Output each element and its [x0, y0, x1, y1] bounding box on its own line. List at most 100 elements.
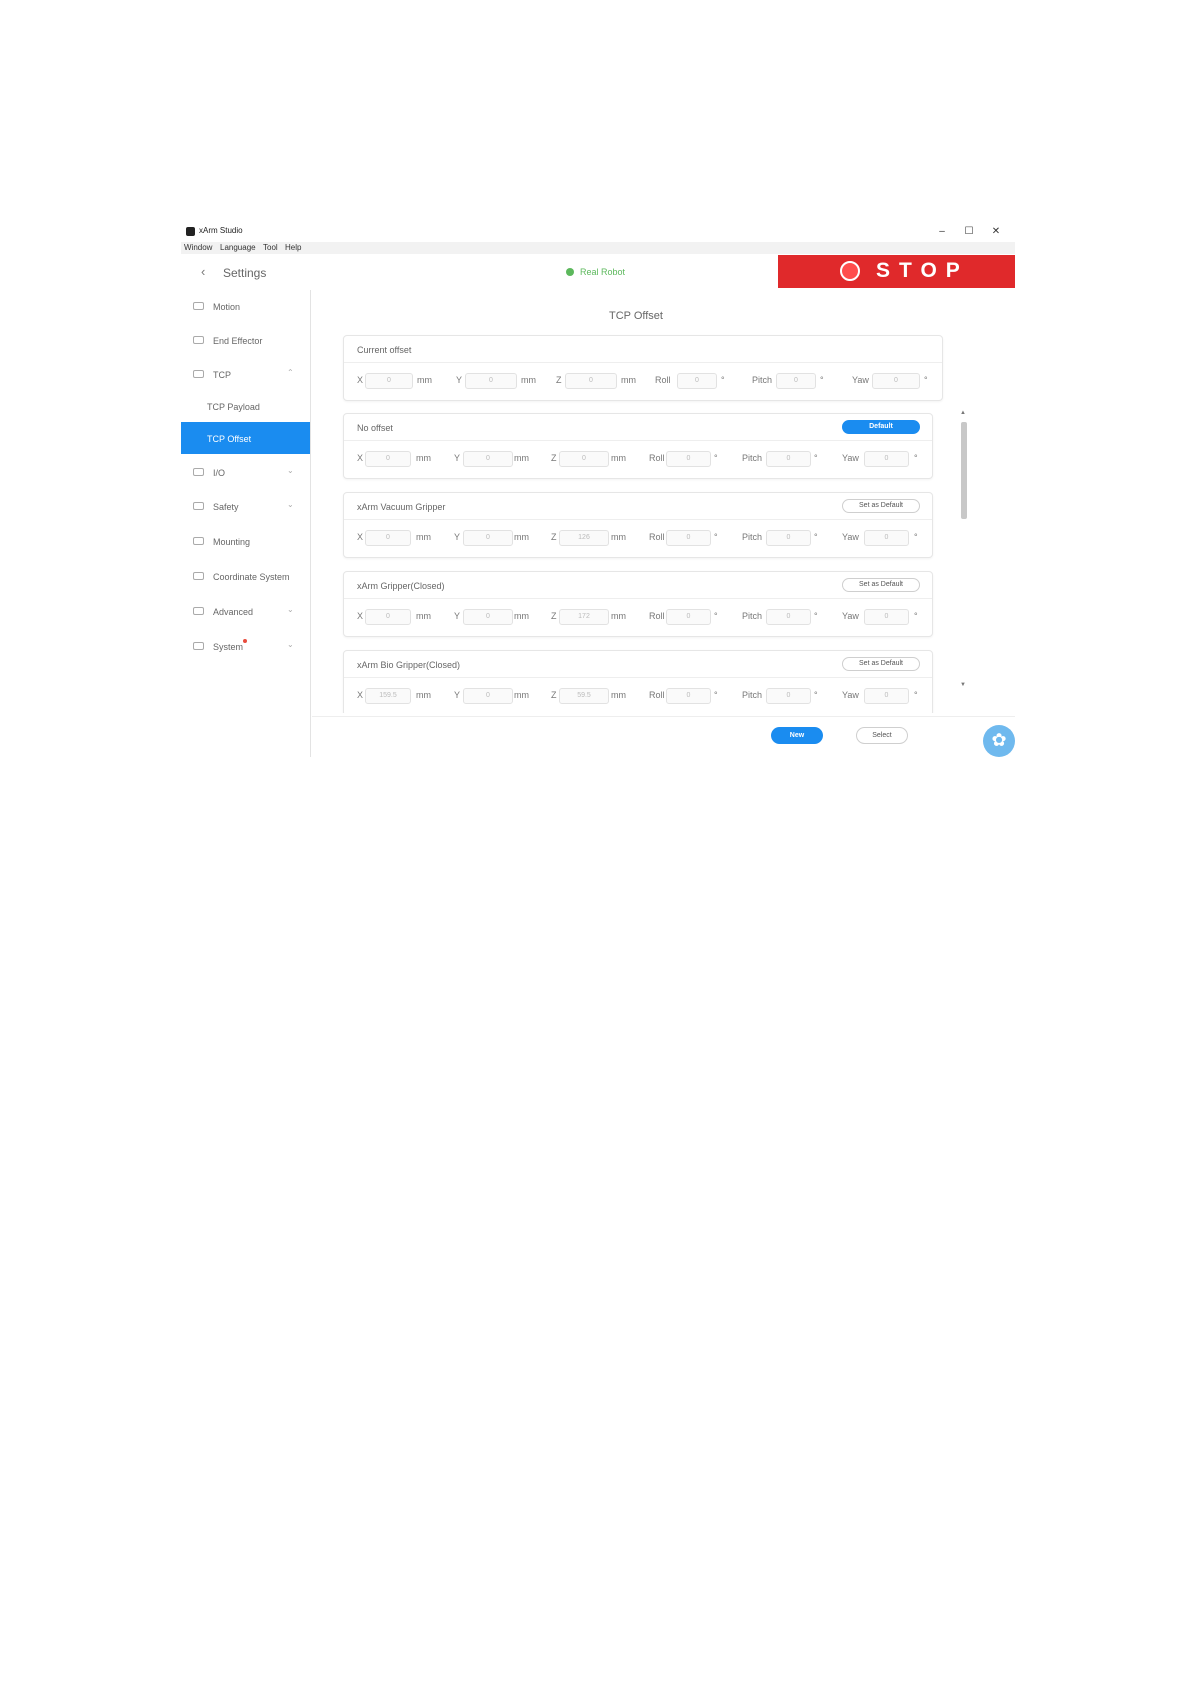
roll-input[interactable]: 0	[677, 373, 717, 389]
roll-label: Roll	[649, 453, 665, 463]
stop-button[interactable]: STOP	[778, 255, 1015, 288]
pitch-input[interactable]: 0	[766, 688, 811, 704]
yaw-unit: °	[914, 532, 918, 542]
coordinate-icon	[193, 572, 204, 580]
y-label: Y	[456, 375, 463, 385]
z-input[interactable]: 126	[559, 530, 609, 546]
new-button[interactable]: New	[771, 727, 823, 744]
x-input[interactable]: 159.5	[365, 688, 411, 704]
sidebar-item-tcp-offset[interactable]: TCP Offset	[181, 422, 310, 454]
current-offset-card: Current offset X 0 mm Y 0 mm Z 0 mm Roll…	[343, 335, 943, 401]
sidebar-item-label: TCP Payload	[207, 402, 260, 412]
minimize-button[interactable]: –	[931, 224, 953, 240]
pitch-input[interactable]: 0	[776, 373, 816, 389]
sidebar-item-label: I/O	[213, 468, 226, 478]
sidebar-item-mounting[interactable]: Mounting	[181, 525, 310, 558]
x-input[interactable]: 0	[365, 373, 413, 389]
y-input[interactable]: 0	[463, 688, 513, 704]
roll-input[interactable]: 0	[666, 530, 711, 546]
menu-help[interactable]: Help	[285, 243, 301, 252]
z-input[interactable]: 172	[559, 609, 609, 625]
sidebar-item-system[interactable]: System ⌄	[181, 630, 310, 663]
sidebar-item-label: System	[213, 642, 244, 652]
settings-fab[interactable]: ✿	[983, 725, 1015, 757]
y-label: Y	[454, 532, 461, 542]
sidebar-item-label: Advanced	[213, 607, 254, 617]
chevron-down-icon: ⌄	[287, 466, 294, 475]
x-input[interactable]: 0	[365, 451, 411, 467]
card-title: Current offset	[357, 345, 412, 355]
set-as-default-button[interactable]: Set as Default	[842, 499, 920, 513]
z-input[interactable]: 0	[565, 373, 617, 389]
pitch-label: Pitch	[742, 690, 763, 700]
card-divider	[344, 598, 932, 599]
chevron-down-icon: ⌄	[287, 500, 294, 509]
sidebar-item-label: Safety	[213, 502, 239, 512]
y-input[interactable]: 0	[463, 451, 513, 467]
preset-clip-area: xArm Bio Gripper(Closed) Set as Default …	[331, 642, 956, 713]
yaw-input[interactable]: 0	[864, 451, 909, 467]
yaw-input[interactable]: 0	[864, 688, 909, 704]
sidebar-item-motion[interactable]: Motion	[181, 290, 310, 323]
default-button[interactable]: Default	[842, 420, 920, 434]
z-input[interactable]: 0	[559, 451, 609, 467]
sidebar-item-tcp[interactable]: TCP ⌃	[181, 358, 310, 391]
stop-circle-icon	[840, 261, 860, 281]
roll-unit: °	[714, 690, 718, 700]
menu-tool[interactable]: Tool	[263, 243, 278, 252]
back-icon[interactable]: ‹	[201, 264, 205, 279]
scroll-up-icon[interactable]: ▲	[960, 410, 966, 416]
yaw-input[interactable]: 0	[864, 609, 909, 625]
sidebar-item-label: TCP Offset	[207, 434, 252, 444]
pitch-unit: °	[820, 375, 824, 385]
z-input[interactable]: 59.5	[559, 688, 609, 704]
card-divider	[344, 519, 932, 520]
scroll-down-icon[interactable]: ▼	[960, 682, 966, 688]
yaw-input[interactable]: 0	[864, 530, 909, 546]
menu-window[interactable]: Window	[184, 243, 212, 252]
pitch-label: Pitch	[742, 611, 763, 621]
sidebar-item-io[interactable]: I/O ⌄	[181, 456, 310, 489]
card-title: No offset	[357, 423, 393, 433]
x-input[interactable]: 0	[365, 609, 411, 625]
roll-label: Roll	[655, 375, 671, 385]
y-input[interactable]: 0	[463, 530, 513, 546]
roll-input[interactable]: 0	[666, 688, 711, 704]
close-button[interactable]: ✕	[985, 224, 1007, 240]
pitch-input[interactable]: 0	[766, 451, 811, 467]
menu-language[interactable]: Language	[220, 243, 256, 252]
roll-label: Roll	[649, 532, 665, 542]
sidebar-item-end-effector[interactable]: End Effector	[181, 324, 310, 357]
z-label: Z	[551, 532, 557, 542]
z-unit: mm	[621, 375, 636, 385]
select-button[interactable]: Select	[856, 727, 908, 744]
set-as-default-button[interactable]: Set as Default	[842, 657, 920, 671]
y-input[interactable]: 0	[463, 609, 513, 625]
y-input[interactable]: 0	[465, 373, 517, 389]
pitch-input[interactable]: 0	[766, 609, 811, 625]
roll-unit: °	[714, 453, 718, 463]
sidebar-item-tcp-payload[interactable]: TCP Payload	[181, 390, 310, 423]
z-unit: mm	[611, 611, 626, 621]
sidebar: Motion End Effector TCP ⌃ TCP Payload TC…	[181, 290, 311, 757]
sidebar-item-coordinate-system[interactable]: Coordinate System	[181, 560, 310, 593]
preset-scrollbar[interactable]: ▲ ▼	[959, 410, 967, 692]
tcp-icon	[193, 370, 204, 378]
x-input[interactable]: 0	[365, 530, 411, 546]
sidebar-item-safety[interactable]: Safety ⌄	[181, 490, 310, 523]
maximize-button[interactable]: ☐	[958, 224, 980, 240]
y-unit: mm	[521, 375, 536, 385]
roll-input[interactable]: 0	[666, 451, 711, 467]
set-as-default-button[interactable]: Set as Default	[842, 578, 920, 592]
footer-divider	[312, 716, 1015, 717]
x-unit: mm	[417, 375, 432, 385]
yaw-unit: °	[914, 611, 918, 621]
scrollbar-thumb[interactable]	[961, 422, 967, 519]
sidebar-item-advanced[interactable]: Advanced ⌄	[181, 595, 310, 628]
preset-card-vacuum-gripper: xArm Vacuum Gripper Set as Default X 0 m…	[343, 492, 933, 558]
pitch-input[interactable]: 0	[766, 530, 811, 546]
yaw-input[interactable]: 0	[872, 373, 920, 389]
robot-status-label: Real Robot	[580, 267, 626, 277]
x-label: X	[357, 375, 364, 385]
roll-input[interactable]: 0	[666, 609, 711, 625]
